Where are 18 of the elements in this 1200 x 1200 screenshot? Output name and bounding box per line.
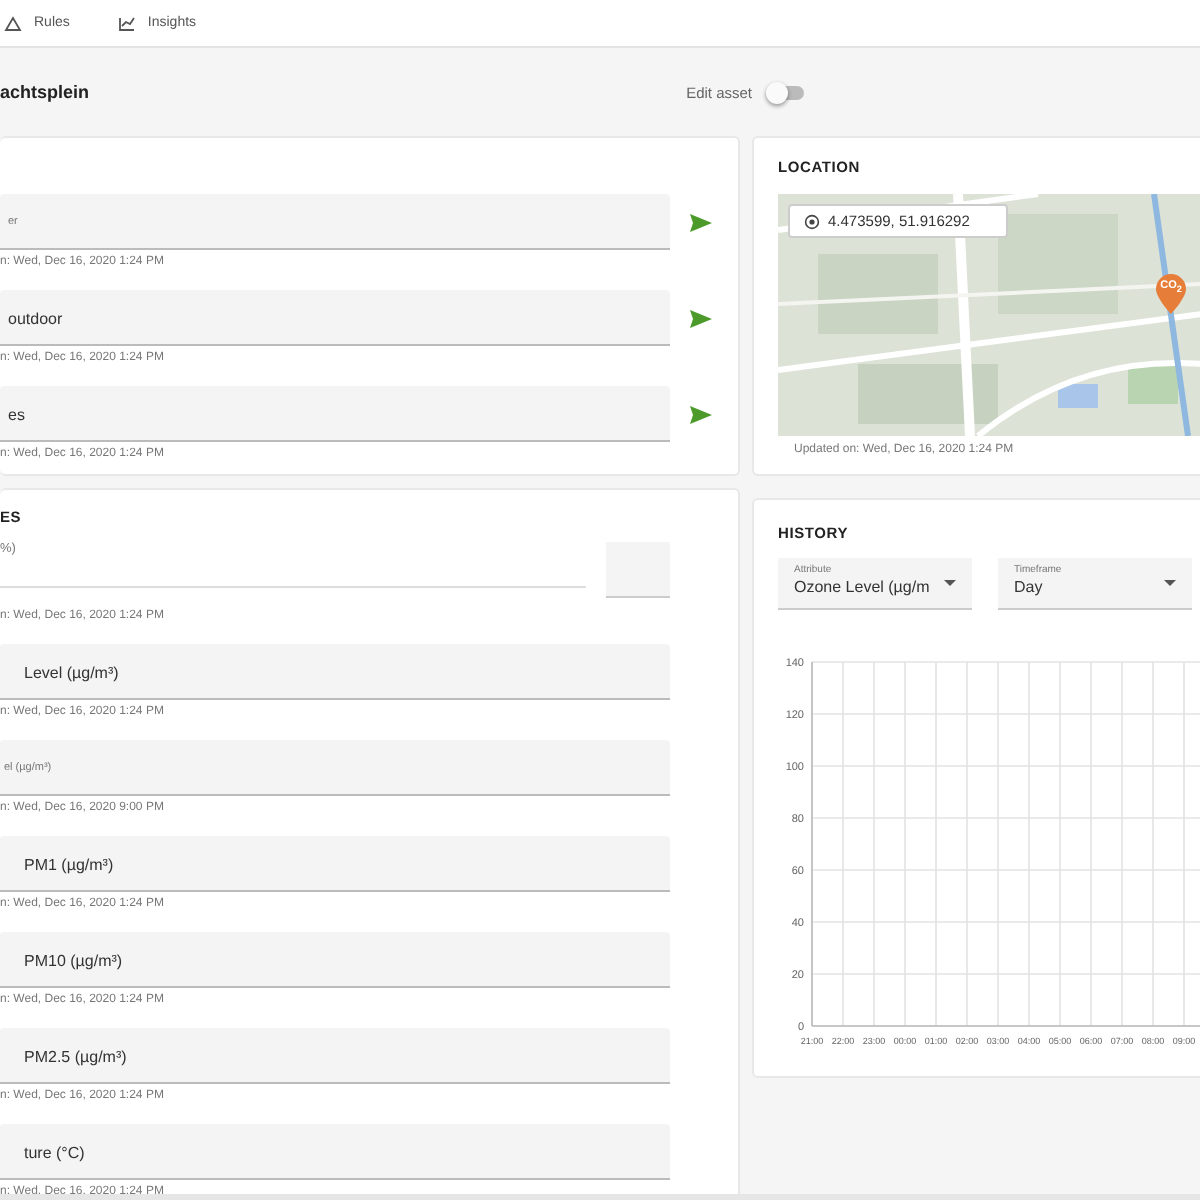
text-field[interactable]: PM2.5 (µg/m³) [0,1028,670,1084]
text-field[interactable]: ture (°C) [0,1124,670,1180]
text-field[interactable]: es [0,386,670,442]
edit-asset-toggle[interactable] [768,85,804,99]
text-field[interactable]: outdoor [0,290,670,346]
number-field[interactable] [606,542,670,598]
text-field[interactable]: Level (µg/m³) [0,644,670,700]
location-target-icon [804,213,820,229]
send-icon[interactable] [690,405,712,423]
send-icon[interactable] [690,309,712,327]
text-field[interactable]: PM10 (µg/m³) [0,932,670,988]
caret-icon [1164,580,1176,586]
asset-title: achtsplein [0,82,90,102]
send-icon[interactable] [690,213,712,231]
caret-icon [944,580,956,586]
triangle-nodes-icon [4,15,22,31]
chart-icon [117,15,136,31]
text-field[interactable]: PM1 (µg/m³) [0,836,670,892]
